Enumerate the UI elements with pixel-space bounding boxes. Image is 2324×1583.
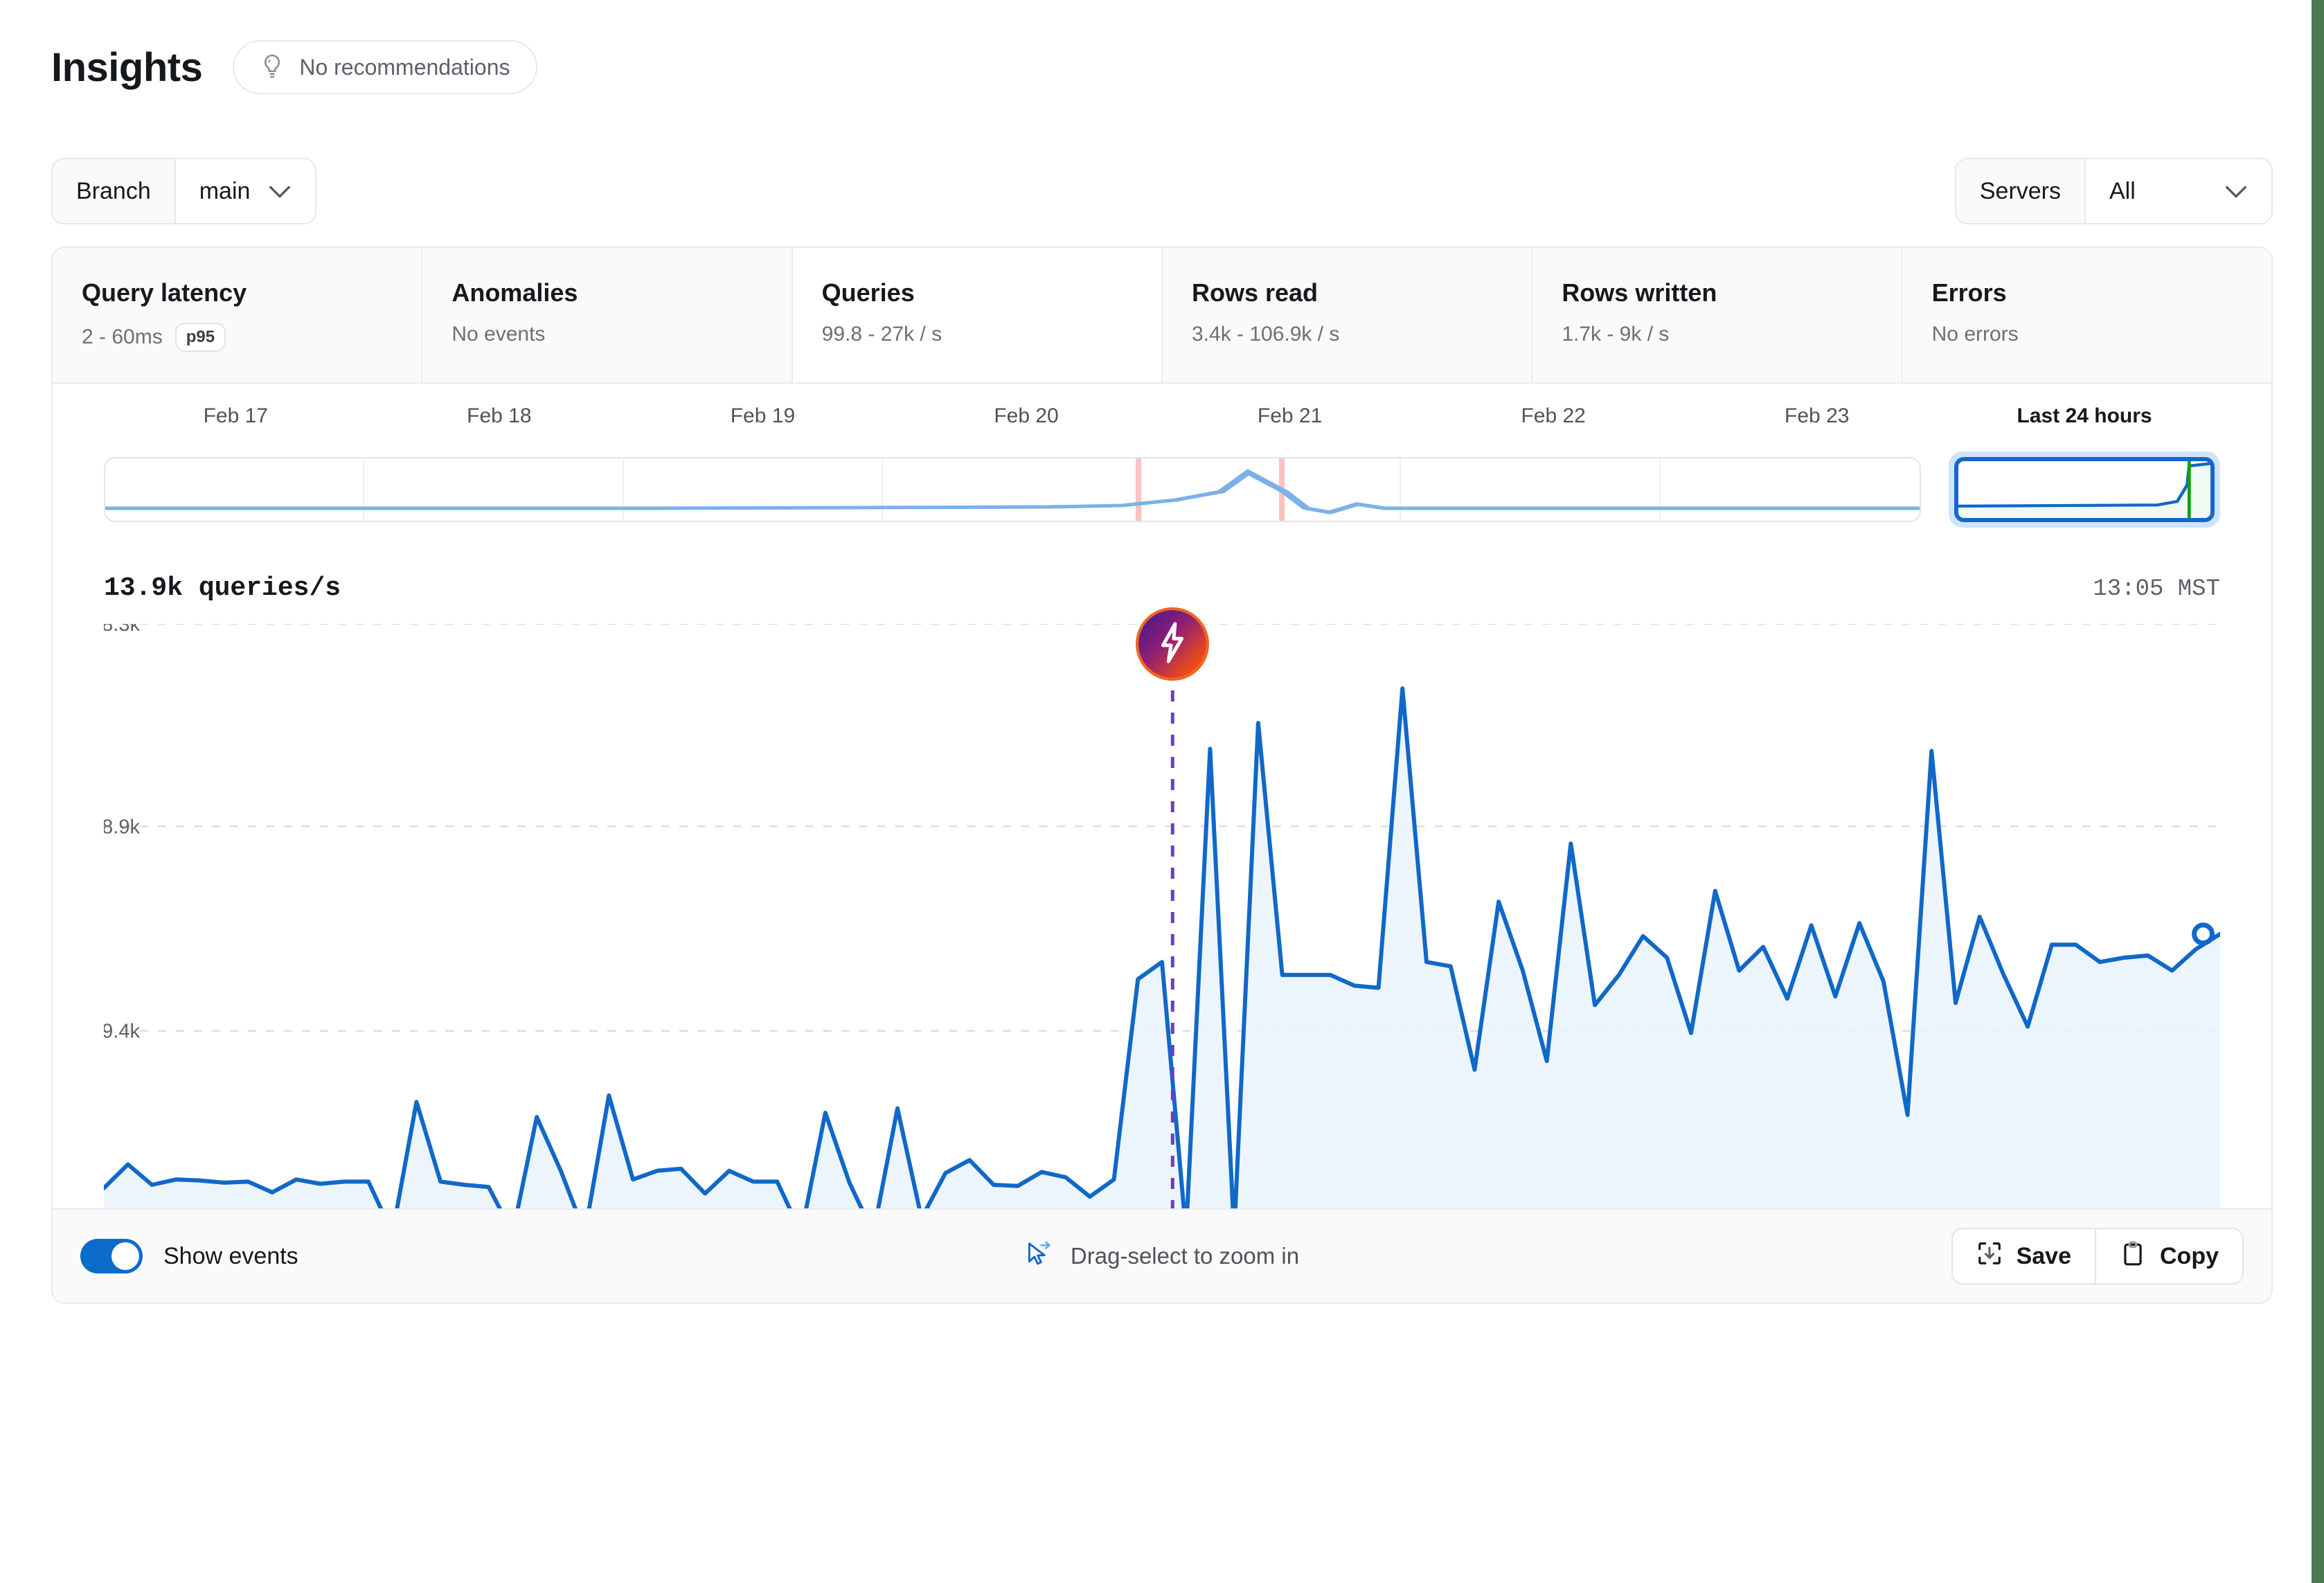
tab-query-latency[interactable]: Query latency 2 - 60ms p95 [53, 248, 422, 382]
tab-rows-written[interactable]: Rows written 1.7k - 9k / s [1532, 248, 1902, 382]
show-events-label: Show events [163, 1243, 298, 1270]
branch-label: Branch [53, 159, 176, 223]
servers-value-button[interactable]: All [2086, 159, 2271, 223]
tab-subtitle-value: 1.7k - 9k / s [1562, 323, 1669, 346]
filter-row: Branch main Servers All [51, 158, 2273, 224]
chart-area[interactable]: 09.4k18.9k28.3k [53, 603, 2271, 1254]
tab-title: Queries [822, 278, 1161, 307]
save-button[interactable]: Save [1953, 1229, 2096, 1283]
save-label: Save [2017, 1243, 2071, 1270]
navigator-day-label: Feb 19 [631, 404, 895, 442]
navigator-day-label: Feb 21 [1158, 404, 1422, 442]
tab-rows-read[interactable]: Rows read 3.4k - 106.9k / s [1163, 248, 1532, 382]
event-marker-badge[interactable] [1138, 610, 1206, 678]
tab-anomalies[interactable]: Anomalies No events [422, 248, 792, 382]
lightning-bolt-icon [1156, 621, 1189, 668]
tab-subtitle: 2 - 60ms p95 [82, 323, 421, 352]
page-title: Insights [51, 44, 202, 91]
tab-errors[interactable]: Errors No errors [1903, 248, 2271, 382]
tab-title: Rows read [1192, 278, 1531, 307]
navigator-track[interactable] [104, 457, 1921, 522]
clipboard-icon [2120, 1240, 2146, 1273]
insights-page: Insights No recommendations Branch main [0, 0, 2324, 1583]
chart-current-time: 13:05 MST [2093, 576, 2220, 602]
recommendations-label: No recommendations [299, 55, 510, 80]
lightbulb-icon [260, 53, 284, 81]
copy-button[interactable]: Copy [2096, 1229, 2242, 1283]
chart-header: 13.9k queries/s 13:05 MST [53, 528, 2271, 603]
tab-subtitle-value: 2 - 60ms [82, 325, 163, 349]
tab-title: Errors [1932, 278, 2271, 307]
tab-subtitle: No events [452, 323, 791, 346]
tab-subtitle: No errors [1932, 323, 2271, 346]
range-navigator: Feb 17Feb 18Feb 19Feb 20Feb 21Feb 22Feb … [53, 384, 2271, 528]
tab-subtitle: 1.7k - 9k / s [1562, 323, 1901, 346]
recommendations-pill[interactable]: No recommendations [233, 40, 537, 94]
chart-actions: Save Copy [1951, 1228, 2244, 1285]
chevron-down-icon [2224, 178, 2248, 205]
servers-selector[interactable]: Servers All [1955, 158, 2273, 224]
tab-title: Query latency [82, 278, 421, 307]
tab-subtitle: 3.4k - 106.9k / s [1192, 323, 1531, 346]
tab-subtitle-value: No errors [1932, 323, 2019, 346]
navigator-selected-label: Last 24 hours [1949, 404, 2220, 442]
show-events-toggle[interactable] [80, 1239, 143, 1273]
insights-card: Query latency 2 - 60ms p95 Anomalies No even… [51, 247, 2273, 1304]
page-header: Insights No recommendations [51, 40, 537, 94]
navigator-day-labels: Feb 17Feb 18Feb 19Feb 20Feb 21Feb 22Feb … [104, 404, 2220, 442]
drag-select-hint: Drag-select to zoom in [1071, 1243, 1299, 1269]
tab-queries[interactable]: Queries 99.8 - 27k / s [793, 248, 1163, 382]
navigator-day-label: Feb 20 [895, 404, 1159, 442]
servers-value: All [2109, 178, 2136, 205]
tab-subtitle-value: 3.4k - 106.9k / s [1192, 323, 1339, 346]
branch-value: main [199, 178, 251, 205]
chart-current-value: 13.9k queries/s [104, 573, 341, 603]
branch-value-button[interactable]: main [176, 159, 316, 223]
tab-title: Rows written [1562, 278, 1901, 307]
download-box-icon [1976, 1240, 2003, 1273]
navigator-day-label: Feb 22 [1422, 404, 1686, 442]
navigator-day-label: Feb 17 [104, 404, 368, 442]
servers-label: Servers [1956, 159, 2086, 223]
tab-title: Anomalies [452, 278, 791, 307]
cursor-arrow-icon [1025, 1240, 1054, 1273]
right-edge-strip [2312, 0, 2324, 1583]
navigator-selected-range[interactable] [1949, 451, 2220, 528]
tab-subtitle-value: 99.8 - 27k / s [822, 323, 942, 346]
chevron-down-icon [268, 178, 292, 205]
branch-selector[interactable]: Branch main [51, 158, 316, 224]
queries-line-chart[interactable] [104, 624, 2220, 1233]
copy-label: Copy [2160, 1243, 2219, 1270]
navigator-day-label: Feb 23 [1685, 404, 1949, 442]
navigator-sparkline [105, 458, 1920, 521]
tab-subtitle: 99.8 - 27k / s [822, 323, 1161, 346]
metric-tabs: Query latency 2 - 60ms p95 Anomalies No even… [53, 248, 2271, 384]
tab-subtitle-value: No events [452, 323, 545, 346]
navigator-day-label: Feb 18 [368, 404, 632, 442]
tab-badge: p95 [175, 323, 226, 352]
chart-footer: Show events Drag-select to zoom in [53, 1208, 2271, 1303]
